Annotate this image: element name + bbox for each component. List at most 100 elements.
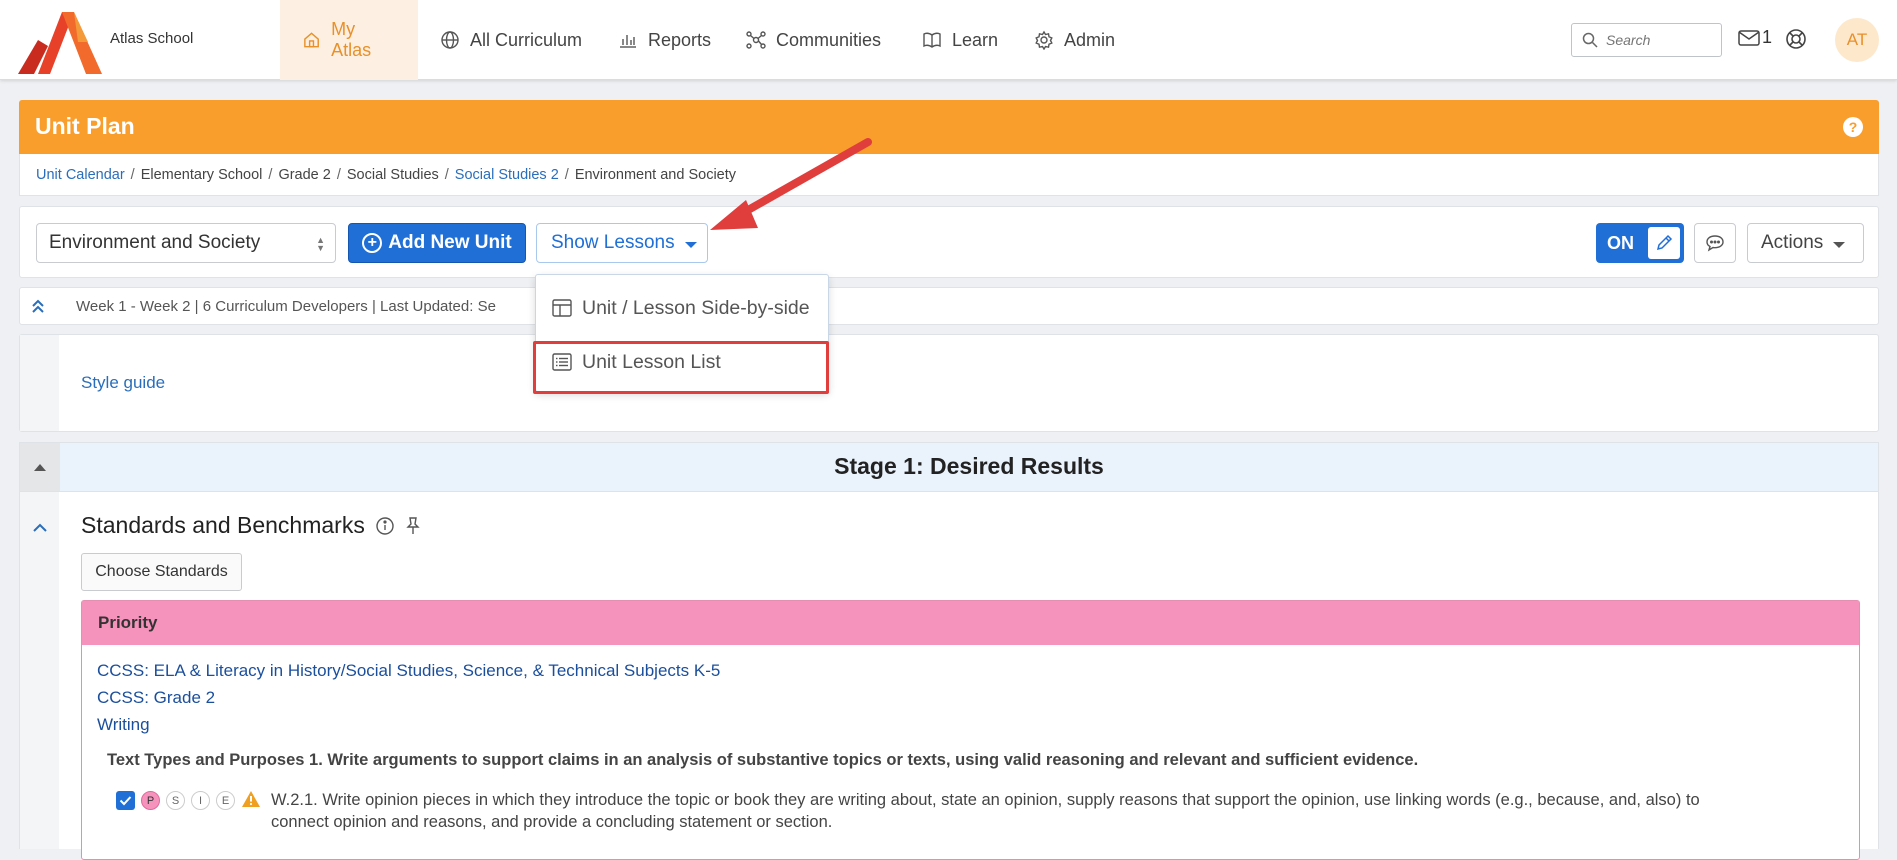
- show-lessons-button[interactable]: Show Lessons: [536, 223, 708, 263]
- priority-pill[interactable]: P: [141, 791, 160, 810]
- toggle-label: ON: [1607, 232, 1634, 253]
- mail-button[interactable]: 1: [1738, 27, 1772, 48]
- top-nav: Atlas School My Atlas All Curriculum Rep…: [0, 0, 1897, 80]
- caret-down-icon: [1833, 242, 1846, 248]
- standard-grade-link[interactable]: CCSS: Grade 2: [97, 688, 215, 708]
- collapse-double-chevron-icon[interactable]: [20, 298, 56, 314]
- nav-learn[interactable]: Learn: [900, 0, 1020, 80]
- bar-chart-icon: [620, 35, 636, 48]
- standard-heading: Text Types and Purposes 1. Write argumen…: [107, 751, 1419, 769]
- menu-item-label: Unit / Lesson Side-by-side: [582, 296, 810, 319]
- network-icon: [746, 31, 766, 49]
- style-guide-panel: Style guide: [19, 334, 1879, 432]
- plus-circle-icon: +: [362, 233, 383, 253]
- breadcrumb-unit-calendar[interactable]: Unit Calendar: [36, 167, 125, 183]
- emphasized-pill[interactable]: E: [216, 791, 235, 810]
- triangle-up-icon: [34, 463, 46, 471]
- standards-title-text: Standards and Benchmarks: [81, 512, 365, 538]
- atlas-logo[interactable]: [18, 6, 102, 74]
- book-icon: [923, 32, 941, 48]
- user-avatar[interactable]: AT: [1835, 18, 1879, 62]
- unit-select-value: Environment and Society: [49, 232, 261, 253]
- pin-icon[interactable]: [405, 516, 421, 536]
- breadcrumb-separator: /: [336, 166, 341, 183]
- nav-all-curriculum[interactable]: All Curriculum: [418, 0, 604, 80]
- mail-count: 1: [1762, 27, 1773, 47]
- nav-label: Learn: [952, 29, 999, 50]
- breadcrumb-elementary-school: Elementary School: [140, 166, 263, 183]
- standard-strand-link[interactable]: Writing: [97, 715, 150, 735]
- home-icon: [304, 32, 319, 48]
- help-icon[interactable]: ?: [1843, 117, 1863, 137]
- breadcrumb: Unit Calendar / Elementary School / Grad…: [19, 154, 1879, 196]
- breadcrumb-grade: Grade 2: [278, 166, 331, 183]
- breadcrumb-subject: Social Studies: [346, 166, 439, 183]
- comments-button[interactable]: [1694, 223, 1736, 263]
- annotation-highlight-box: [533, 341, 829, 394]
- nav-label: My Atlas: [331, 19, 372, 60]
- nav-label: Communities: [776, 29, 882, 50]
- unit-select[interactable]: Environment and Society ▲ ▼: [36, 223, 336, 263]
- unit-meta-text: Week 1 - Week 2 | 6 Curriculum Developer…: [76, 297, 496, 315]
- nav-my-atlas[interactable]: My Atlas: [280, 0, 418, 80]
- select-arrows-icon: ▲ ▼: [316, 235, 325, 253]
- standard-set-link[interactable]: CCSS: ELA & Literacy in History/Social S…: [97, 661, 720, 681]
- breadcrumb-course[interactable]: Social Studies 2: [455, 167, 559, 183]
- section-gutter: [20, 492, 59, 849]
- supporting-pill[interactable]: S: [166, 791, 185, 810]
- stage-collapse-button[interactable]: [20, 443, 60, 491]
- nav-admin[interactable]: Admin: [1012, 0, 1137, 80]
- standard-description-line: connect opinion and reasons, and provide…: [271, 813, 833, 831]
- columns-icon: [552, 299, 572, 317]
- actions-button[interactable]: Actions: [1747, 223, 1864, 263]
- standard-description-line: W.2.1. Write opinion pieces in which the…: [271, 791, 1700, 809]
- priority-header: Priority: [82, 601, 1859, 645]
- page-title: Unit Plan: [35, 113, 135, 139]
- stage-title: Stage 1: Desired Results: [834, 453, 1104, 479]
- nav-label: Reports: [648, 29, 712, 50]
- nav-reports[interactable]: Reports: [596, 0, 733, 80]
- actions-label: Actions: [1761, 232, 1824, 253]
- search-icon: [1582, 32, 1598, 48]
- search-input[interactable]: [1606, 32, 1706, 48]
- school-name: Atlas School: [110, 30, 194, 47]
- breadcrumb-separator: /: [444, 166, 449, 183]
- add-new-unit-label: Add New Unit: [388, 232, 512, 253]
- globe-icon: [441, 31, 459, 49]
- unit-plan-header: Unit Plan ?: [19, 100, 1879, 154]
- gear-icon: [1035, 30, 1053, 50]
- check-icon: [119, 796, 132, 806]
- choose-standards-button[interactable]: Choose Standards: [81, 553, 242, 591]
- pencil-icon: [1648, 227, 1680, 259]
- envelope-icon: [1738, 29, 1760, 46]
- comment-icon: [1706, 235, 1724, 252]
- standards-section-title: Standards and Benchmarks: [81, 512, 421, 539]
- unit-meta-bar: Week 1 - Week 2 | 6 Curriculum Developer…: [19, 287, 1879, 325]
- breadcrumb-separator: /: [130, 166, 135, 183]
- priority-standards-box: Priority CCSS: ELA & Literacy in History…: [81, 600, 1860, 860]
- breadcrumb-unit: Environment and Society: [574, 166, 737, 183]
- nav-label: Admin: [1064, 29, 1116, 50]
- introduced-pill[interactable]: I: [191, 791, 210, 810]
- unit-toolbar: Environment and Society ▲ ▼ + Add New Uni…: [19, 206, 1879, 278]
- panel-gutter: [20, 335, 59, 431]
- breadcrumb-separator: /: [564, 166, 569, 183]
- menu-item-side-by-side[interactable]: Unit / Lesson Side-by-side: [536, 283, 828, 333]
- chevron-up-icon[interactable]: [32, 522, 48, 534]
- stage-content: Standards and Benchmarks Choose Standard…: [19, 492, 1879, 860]
- lifebuoy-icon[interactable]: [1785, 28, 1807, 50]
- standard-description: W.2.1. Write opinion pieces in which the…: [271, 789, 1700, 833]
- show-lessons-label: Show Lessons: [551, 232, 675, 253]
- caret-down-icon: [684, 242, 697, 248]
- search-box[interactable]: [1571, 23, 1722, 57]
- breadcrumb-separator: /: [268, 166, 273, 183]
- info-icon[interactable]: [375, 516, 395, 536]
- edit-mode-toggle[interactable]: ON: [1596, 223, 1684, 263]
- standard-checkbox[interactable]: [116, 791, 135, 810]
- style-guide-link[interactable]: Style guide: [81, 373, 165, 393]
- add-new-unit-button[interactable]: + Add New Unit: [348, 223, 526, 263]
- stage-header: Stage 1: Desired Results: [19, 442, 1879, 492]
- nav-communities[interactable]: Communities: [724, 0, 903, 80]
- warning-icon: [242, 791, 260, 807]
- nav-label: All Curriculum: [470, 29, 583, 50]
